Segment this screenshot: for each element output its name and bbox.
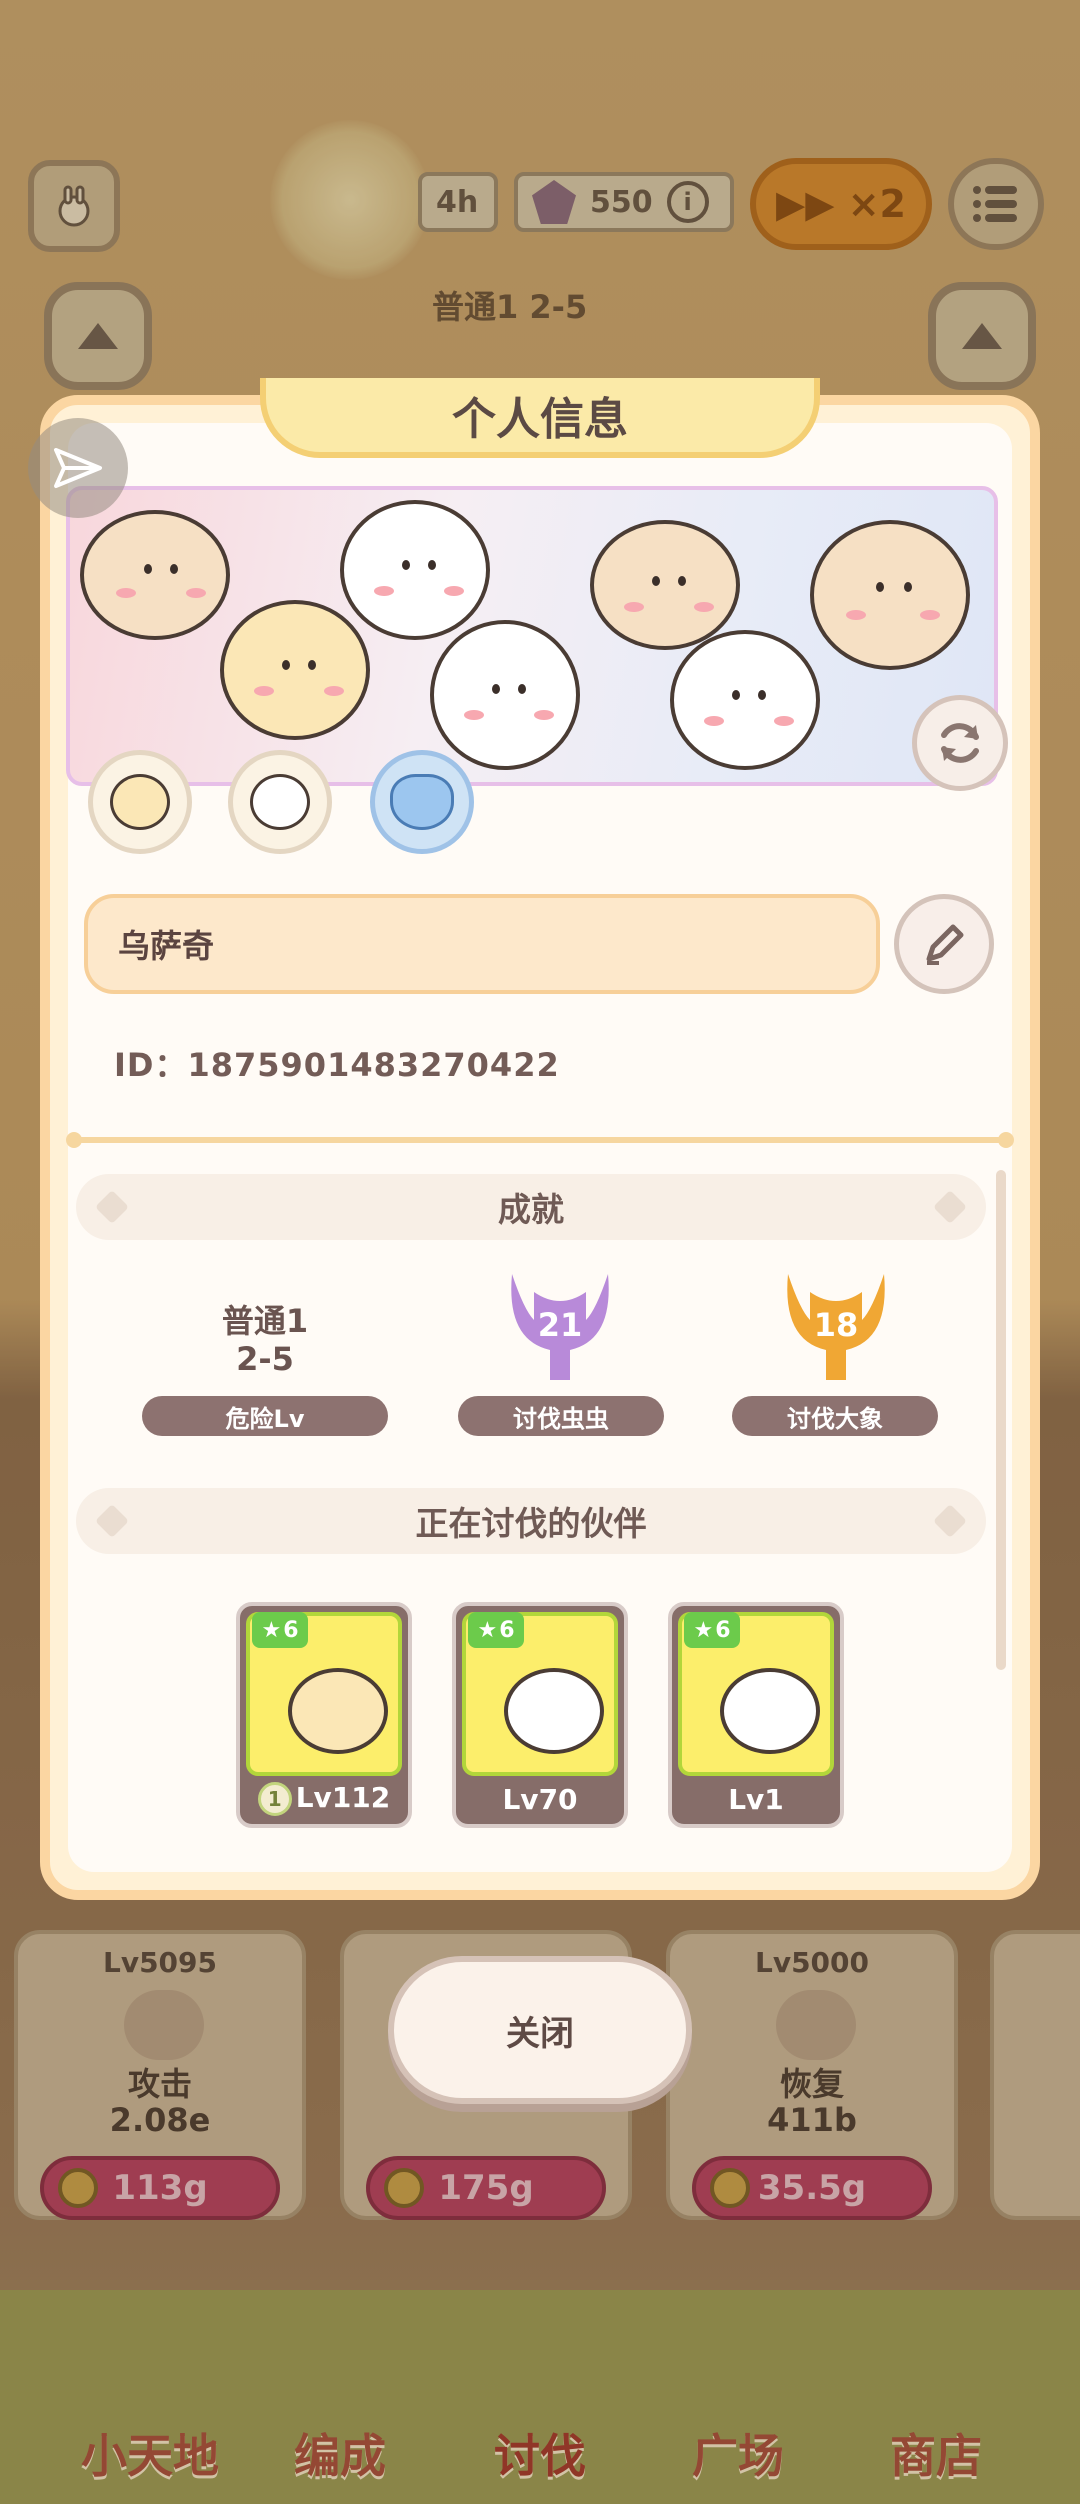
badge-hachiware[interactable] xyxy=(370,750,474,854)
hachiware-icon xyxy=(390,774,454,830)
chiikawa-icon xyxy=(250,774,310,830)
badge-usagi[interactable] xyxy=(88,750,192,854)
hachiware-portrait-icon xyxy=(720,1668,820,1754)
elephant-count: 18 xyxy=(813,1306,859,1344)
elephant-trophy: 18 xyxy=(780,1270,892,1384)
refresh-icon xyxy=(941,723,979,763)
bug-label: 讨伐虫虫 xyxy=(458,1396,664,1436)
player-id: ID：1875901483270422 xyxy=(114,1046,560,1084)
character-illustration xyxy=(430,620,580,770)
chiikawa-portrait-icon xyxy=(504,1668,604,1754)
character-illustration xyxy=(220,600,370,740)
edit-name-button[interactable] xyxy=(894,894,994,994)
bug-count: 21 xyxy=(537,1306,583,1344)
partner-level: Lv70 xyxy=(502,1783,578,1816)
banner-refresh-button[interactable] xyxy=(912,695,1008,791)
usagi-icon xyxy=(110,774,170,830)
partner-card-chiikawa[interactable]: ★ 6 Lv70 xyxy=(452,1602,628,1828)
player-name: 乌萨奇 xyxy=(118,927,215,965)
badge-chiikawa[interactable] xyxy=(228,750,332,854)
partner-level: Lv1 xyxy=(728,1783,784,1816)
character-illustration xyxy=(340,500,490,640)
star-icon: ★ xyxy=(693,1617,714,1643)
share-button[interactable] xyxy=(28,418,128,518)
star-rank: ★ 6 xyxy=(684,1612,740,1648)
star-rank: ★ 6 xyxy=(252,1612,308,1648)
pencil-icon xyxy=(926,924,964,965)
character-illustration xyxy=(670,630,820,770)
star-icon: ★ xyxy=(477,1617,498,1643)
divider xyxy=(66,1132,1014,1148)
partner-card-hachiware[interactable]: ★ 6 Lv1 xyxy=(668,1602,844,1828)
star-rank: ★ 6 xyxy=(468,1612,524,1648)
rank-badge-icon: 1 xyxy=(257,1782,292,1816)
character-illustration xyxy=(810,520,970,670)
bug-trophy: 21 xyxy=(504,1270,616,1384)
character-illustration xyxy=(590,520,740,650)
send-icon xyxy=(54,448,102,488)
achievements-header: 成就 xyxy=(76,1174,986,1240)
danger-level-label: 危险Lv xyxy=(142,1396,388,1436)
profile-banner xyxy=(66,486,998,786)
character-illustration xyxy=(80,510,230,640)
danger-level-value: 普通1 2-5 xyxy=(221,1302,309,1378)
name-field[interactable]: 乌萨奇 xyxy=(84,894,880,994)
star-icon: ★ xyxy=(261,1617,282,1643)
elephant-label: 讨伐大象 xyxy=(732,1396,938,1436)
partners-header: 正在讨伐的伙伴 xyxy=(76,1488,986,1554)
partner-level: 1 Lv112 xyxy=(240,1781,408,1816)
modal-title: 个人信息 xyxy=(260,378,820,458)
usagi-portrait-icon xyxy=(288,1668,388,1754)
partner-card-usagi[interactable]: ★ 6 1 Lv112 xyxy=(236,1602,412,1828)
close-button[interactable]: 关闭 xyxy=(388,1956,692,2104)
scrollbar[interactable] xyxy=(996,1170,1006,1670)
